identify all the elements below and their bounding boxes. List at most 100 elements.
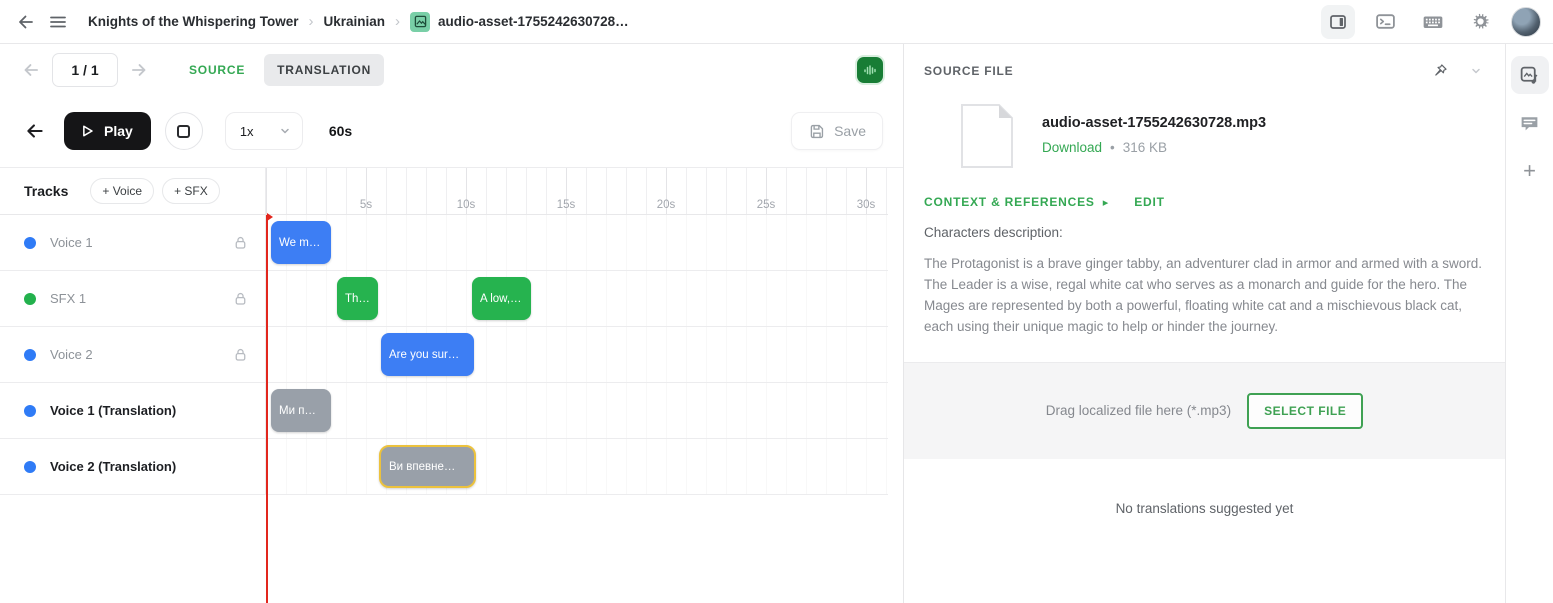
ruler-tick-label: 10s bbox=[457, 199, 476, 211]
context-arrow-icon: ▸ bbox=[1103, 196, 1109, 209]
exit-player-icon[interactable] bbox=[20, 116, 50, 146]
user-avatar[interactable] bbox=[1511, 7, 1541, 37]
tracks-header: Tracks + Voice + SFX 5s10s15s20s25s30s bbox=[0, 168, 888, 215]
audio-clip[interactable]: Th… bbox=[337, 277, 378, 320]
panel-toggle-icon[interactable] bbox=[1321, 5, 1355, 39]
tracks-title: Tracks bbox=[24, 183, 68, 199]
play-button-label: Play bbox=[104, 123, 133, 139]
track-label[interactable]: Voice 1 (Translation) bbox=[0, 383, 265, 438]
playback-speed-value: 1x bbox=[240, 124, 254, 139]
description-title: Characters description: bbox=[924, 225, 1485, 240]
select-file-button[interactable]: SELECT FILE bbox=[1247, 393, 1363, 429]
source-file-name: audio-asset-1755242630728.mp3 bbox=[1042, 115, 1266, 131]
play-button[interactable]: Play bbox=[64, 112, 151, 150]
top-bar: Knights of the Whispering Tower › Ukrain… bbox=[0, 0, 1553, 44]
lock-icon[interactable] bbox=[232, 290, 249, 307]
audio-clip[interactable]: Ми п… bbox=[271, 389, 331, 432]
save-button[interactable]: Save bbox=[791, 112, 883, 150]
track-color-dot bbox=[24, 293, 36, 305]
track-color-dot bbox=[24, 461, 36, 473]
breadcrumb-project[interactable]: Knights of the Whispering Tower bbox=[88, 14, 299, 29]
track-lane[interactable]: We m… bbox=[265, 215, 888, 270]
pin-icon[interactable] bbox=[1430, 60, 1451, 81]
audio-clip[interactable]: Are you sur… bbox=[381, 333, 474, 376]
source-file-row: audio-asset-1755242630728.mp3 Download •… bbox=[960, 103, 1485, 169]
collapse-chevron-icon[interactable] bbox=[1467, 62, 1485, 80]
menu-icon[interactable] bbox=[42, 6, 74, 38]
breadcrumb-asset[interactable]: audio-asset-1755242630728… bbox=[410, 12, 629, 32]
right-rail: + bbox=[1505, 44, 1553, 603]
terminal-icon[interactable] bbox=[1369, 5, 1402, 38]
prev-page-icon[interactable] bbox=[20, 59, 42, 81]
add-panel-icon[interactable]: + bbox=[1511, 152, 1549, 190]
keyboard-icon[interactable] bbox=[1416, 5, 1450, 39]
back-icon[interactable] bbox=[10, 6, 42, 38]
dropzone-hint: Drag localized file here (*.mp3) bbox=[1046, 403, 1231, 418]
ruler-tick-label: 20s bbox=[657, 199, 676, 211]
dot-separator: • bbox=[1110, 140, 1115, 155]
add-sfx-button[interactable]: + SFX bbox=[162, 178, 220, 204]
media-asset-panel-icon[interactable] bbox=[1511, 56, 1549, 94]
lock-icon[interactable] bbox=[232, 234, 249, 251]
track-label[interactable]: Voice 1 bbox=[0, 215, 265, 270]
file-document-icon bbox=[960, 103, 1014, 169]
track-name: Voice 2 (Translation) bbox=[50, 459, 176, 474]
save-icon bbox=[808, 123, 825, 140]
page-indicator[interactable]: 1 / 1 bbox=[52, 53, 118, 87]
audio-clip[interactable]: A low,… bbox=[472, 277, 531, 320]
play-icon bbox=[78, 122, 96, 140]
track-lane[interactable]: Are you sur… bbox=[265, 327, 888, 382]
save-button-label: Save bbox=[834, 123, 866, 139]
file-size: 316 KB bbox=[1123, 140, 1167, 155]
dubbing-app-icon[interactable] bbox=[857, 57, 883, 83]
track-lane[interactable]: Ви впевне… bbox=[265, 439, 888, 494]
source-file-title: SOURCE FILE bbox=[924, 64, 1013, 78]
breadcrumb-separator: › bbox=[395, 13, 400, 30]
audio-clip[interactable]: Ви впевне… bbox=[379, 445, 476, 488]
context-references-link[interactable]: CONTEXT & REFERENCES bbox=[924, 195, 1095, 209]
track-label[interactable]: Voice 2 (Translation) bbox=[0, 439, 265, 494]
track-row: SFX 1 Th… A low,… bbox=[0, 271, 888, 327]
settings-gear-icon[interactable] bbox=[1464, 5, 1497, 38]
next-page-icon[interactable] bbox=[128, 59, 150, 81]
top-bar-actions bbox=[1321, 5, 1541, 39]
timeline-duration: 60s bbox=[329, 123, 352, 139]
track-row: Voice 2 (Translation) Ви впевне… bbox=[0, 439, 888, 495]
audio-clip[interactable]: We m… bbox=[271, 221, 331, 264]
lock-icon[interactable] bbox=[232, 346, 249, 363]
track-label[interactable]: SFX 1 bbox=[0, 271, 265, 326]
breadcrumb-asset-label: audio-asset-1755242630728… bbox=[438, 14, 629, 29]
asset-thumbnail-icon bbox=[410, 12, 430, 32]
stop-icon bbox=[177, 125, 190, 138]
download-link[interactable]: Download bbox=[1042, 140, 1102, 155]
playback-speed-select[interactable]: 1x bbox=[225, 112, 303, 150]
tracks-region: Tracks + Voice + SFX 5s10s15s20s25s30s V… bbox=[0, 167, 903, 603]
source-file-panel: SOURCE FILE audio-asset-1755242630728.mp… bbox=[903, 44, 1505, 603]
track-label[interactable]: Voice 2 bbox=[0, 327, 265, 382]
editor-column: 1 / 1 SOURCE TRANSLATION Play bbox=[0, 44, 903, 603]
tab-translation[interactable]: TRANSLATION bbox=[264, 54, 384, 86]
track-color-dot bbox=[24, 405, 36, 417]
view-tabs: SOURCE TRANSLATION bbox=[176, 54, 384, 86]
track-lane[interactable]: Ми п… bbox=[265, 383, 888, 438]
tab-source[interactable]: SOURCE bbox=[176, 54, 258, 86]
stop-button[interactable] bbox=[165, 112, 203, 150]
comments-panel-icon[interactable] bbox=[1511, 104, 1549, 142]
ruler-tick-label: 15s bbox=[557, 199, 576, 211]
edit-context-link[interactable]: EDIT bbox=[1134, 195, 1165, 209]
transport-row: Play 1x 60s Save bbox=[0, 95, 903, 167]
app-window: Knights of the Whispering Tower › Ukrain… bbox=[0, 0, 1553, 603]
breadcrumb-language[interactable]: Ukrainian bbox=[324, 14, 386, 29]
translations-empty-state: No translations suggested yet bbox=[904, 459, 1505, 603]
breadcrumb: Knights of the Whispering Tower › Ukrain… bbox=[88, 12, 629, 32]
localized-file-dropzone[interactable]: Drag localized file here (*.mp3) SELECT … bbox=[904, 362, 1505, 459]
playhead[interactable] bbox=[266, 215, 268, 603]
ruler-tick-label: 25s bbox=[757, 199, 776, 211]
timeline-ruler[interactable]: 5s10s15s20s25s30s bbox=[265, 168, 888, 214]
track-lane[interactable]: Th… A low,… bbox=[265, 271, 888, 326]
track-color-dot bbox=[24, 349, 36, 361]
add-voice-button[interactable]: + Voice bbox=[90, 178, 154, 204]
track-row: Voice 2 Are you sur… bbox=[0, 327, 888, 383]
track-color-dot bbox=[24, 237, 36, 249]
chevron-down-icon bbox=[278, 124, 292, 138]
